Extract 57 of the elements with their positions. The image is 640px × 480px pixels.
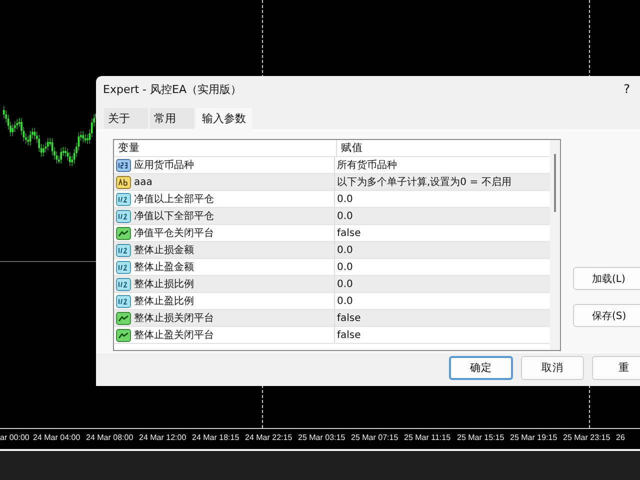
parameter-name: aaa (134, 176, 152, 188)
parameter-value[interactable]: 0.0 (337, 194, 353, 204)
number-type-icon (116, 158, 131, 172)
parameter-value[interactable]: 所有货币品种 (337, 158, 397, 172)
parameter-value[interactable]: 0.0 (337, 210, 353, 222)
time-axis-label: 24 Mar 18:15 (192, 433, 240, 443)
dialog-button[interactable]: 保存(S) (573, 304, 640, 327)
dialog-button[interactable]: 确定 (449, 356, 513, 380)
parameter-value[interactable]: 0.0 (337, 244, 353, 256)
column-header[interactable]: 赋值 (337, 140, 548, 156)
parameter-name: 净值平仓关闭平台 (134, 226, 214, 240)
parameter-value[interactable]: 0.0 (337, 278, 353, 290)
parameter-name: 净值以上全部平仓 (134, 192, 214, 206)
time-axis-label: 24 Mar 04:00 (33, 433, 80, 443)
time-axis-label: 24 Mar 22:15 (245, 433, 292, 443)
time-axis-label: 25 Mar 03:15 (298, 433, 346, 443)
parameter-name: 整体止损金额 (134, 244, 194, 257)
parameter-value[interactable]: false (337, 228, 361, 238)
number-type-icon (116, 244, 131, 256)
column-header[interactable]: 变量 (114, 140, 337, 156)
dialog-button[interactable]: 加载(L) (573, 267, 640, 290)
parameter-name: 整体止盈关闭平台 (134, 328, 214, 342)
scrollbar[interactable] (550, 140, 560, 350)
tab[interactable]: 输入参数 (196, 108, 252, 129)
number-type-icon (116, 260, 131, 274)
parameter-value[interactable]: 0.0 (337, 262, 353, 272)
parameter-name: 净值以下全部平仓 (134, 210, 214, 223)
parameter-name: 整体止损比例 (134, 278, 194, 291)
help-button[interactable]: ? (624, 82, 630, 96)
scrollbar-thumb[interactable] (554, 154, 556, 212)
time-axis-label: 25 Mar 07:15 (351, 433, 398, 443)
parameter-name: 应用货币品种 (134, 158, 194, 172)
parameter-name: 整体止盈金额 (134, 260, 194, 274)
tab[interactable]: 关于 (104, 108, 148, 129)
parameter-value[interactable]: 0.0 (337, 296, 353, 306)
dialog-button[interactable]: 取消 (520, 356, 584, 380)
time-axis-label: 25 Mar 15:15 (457, 433, 504, 443)
time-axis-label: 25 Mar 23:15 (563, 433, 610, 443)
parameter-value[interactable]: false (337, 312, 361, 324)
number-type-icon (116, 192, 131, 206)
time-axis-label: 24 Mar 08:00 (86, 433, 134, 443)
window-title: Expert - 风控EA（实用版） (103, 82, 242, 96)
time-axis-label: 25 Mar 11:15 (404, 433, 451, 443)
parameter-name: 整体止盈比例 (134, 294, 194, 308)
parameter-name: 整体止损关闭平台 (134, 312, 214, 325)
time-axis-label: 24 Mar 12:00 (139, 433, 186, 443)
time-axis-label: 26 (616, 433, 625, 443)
time-axis-label: ar 00:00 (0, 433, 30, 443)
parameter-value[interactable]: false (337, 330, 361, 340)
dialog-button[interactable]: 重 (592, 356, 640, 380)
tab[interactable]: 常用 (150, 108, 194, 129)
text-type-icon (116, 176, 131, 188)
number-type-icon (116, 210, 131, 222)
parameter-value[interactable]: 以下为多个单子计算,设置为0 = 不启用 (337, 175, 512, 189)
number-type-icon (116, 294, 131, 308)
time-axis-label: 25 Mar 19:15 (510, 433, 558, 443)
number-type-icon (116, 278, 131, 290)
